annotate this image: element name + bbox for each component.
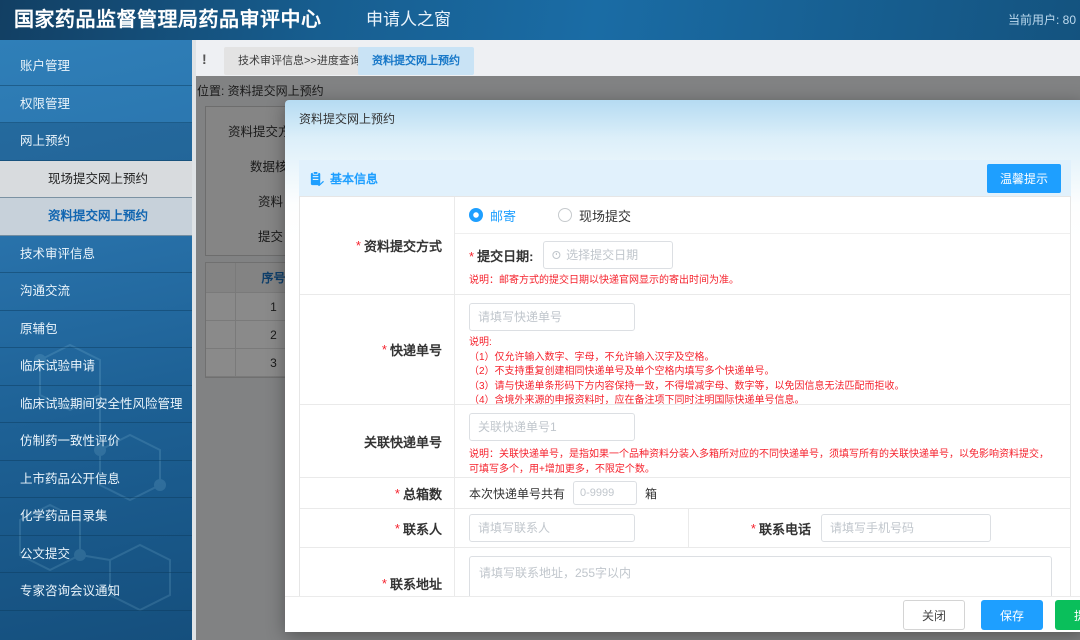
current-user: 当前用户: 80 (1008, 13, 1077, 27)
radio-unselected-icon (558, 208, 573, 222)
section-title: 基本信息 (330, 171, 379, 186)
close-button[interactable]: 关闭 (903, 600, 965, 630)
submit-button[interactable]: 提交 (1055, 600, 1080, 630)
label-phone: * 联系电话 (750, 520, 811, 537)
row-tracking-no: * 快递单号 说明: （1）仅允许输入数字、字母，不允许输入汉字及空格。 （2）… (300, 295, 1070, 406)
tab-review-progress[interactable]: 技术审评信息>>进度查询 (224, 47, 375, 75)
sidebar-item-raw-materials[interactable]: 原辅包 (0, 311, 192, 348)
radio-mail[interactable]: 邮寄 (469, 206, 516, 225)
phone-field-cell (811, 509, 991, 547)
alert-icon: ! (202, 51, 207, 67)
sidebar-item-permission[interactable]: 权限管理 (0, 86, 192, 123)
tracking-notes: 说明: （1）仅允许输入数字、字母，不允许输入汉字及空格。 （2）不支持重复创建… (469, 337, 905, 406)
tracking-no-input[interactable] (469, 303, 635, 331)
total-boxes-input[interactable] (573, 481, 638, 505)
related-note: 说明：关联快递单号，是指如果一个品种资料分装入多箱所对应的不同快递单号，须填写所… (469, 449, 1049, 475)
row-total-boxes: * 总箱数 本次快递单号共有 箱 (300, 478, 1070, 509)
sidebar-item-material-booking[interactable]: 资料提交网上预约 (0, 198, 192, 236)
address-textarea[interactable] (469, 556, 1052, 596)
screen: 国家药品监督管理局药品审评中心 申请人之窗 当前用户: 80 账户管理 权限管理… (0, 0, 1080, 640)
label-tracking-no: * 快递单号 (300, 295, 455, 404)
sidebar-item-onsite-booking[interactable]: 现场提交网上预约 (0, 160, 192, 198)
sidebar-item-clinical-trial[interactable]: 临床试验申请 (0, 348, 192, 386)
row-contact: * 联系人 * 联系电话 (300, 509, 1070, 548)
sidebar-item-safety-risk[interactable]: 临床试验期间安全性风险管理 (0, 386, 192, 423)
tab-bar: ! 技术审评信息>>进度查询 资料提交网上预约 (192, 46, 1080, 76)
app-header: 国家药品监督管理局药品审评中心 申请人之窗 当前用户: 80 (0, 0, 1080, 40)
submit-date-line: * 提交日期: (455, 241, 1070, 269)
sidebar-item-generic-evaluation[interactable]: 仿制药一致性评价 (0, 423, 192, 461)
modal-footer: 关闭 保存 提交 (285, 596, 1080, 632)
row-address: * 联系地址 (300, 548, 1070, 596)
total-boxes-line: 本次快递单号共有 箱 (455, 478, 1070, 508)
modal-title: 资料提交网上预约 (299, 112, 396, 126)
sidebar: 账户管理 权限管理 网上预约 现场提交网上预约 资料提交网上预约 技术审评信息 … (0, 40, 192, 640)
radio-selected-icon (469, 208, 483, 222)
method-note: 说明：邮寄方式的提交日期以快递官网显示的寄出时间为准。 (469, 275, 739, 286)
portal-title: 申请人之窗 (366, 10, 451, 29)
label-submit-method: * 资料提交方式 (300, 197, 455, 294)
basic-info-section-bar: 基本信息 温馨提示 (299, 160, 1071, 196)
sidebar-item-document-submit[interactable]: 公文提交 (0, 536, 192, 573)
row-related-tracking: 关联快递单号 说明：关联快递单号，是指如果一个品种资料分装入多箱所对应的不同快递… (300, 405, 1070, 478)
tab-material-booking[interactable]: 资料提交网上预约 (358, 47, 474, 75)
phone-input[interactable] (821, 514, 991, 542)
app-title: 国家药品监督管理局药品审评中心 (14, 9, 322, 31)
submit-date-field[interactable] (543, 241, 674, 269)
sidebar-menu: 账户管理 权限管理 网上预约 现场提交网上预约 资料提交网上预约 技术审评信息 … (0, 40, 192, 611)
basic-info-form: * 资料提交方式 邮寄 现场提交 * 提交日期: 选择提交日期 说明：邮寄方式的… (299, 196, 1071, 597)
submit-date-input[interactable] (566, 248, 665, 262)
date-icon (552, 250, 561, 260)
required-mark: * (355, 238, 361, 253)
contact-input[interactable] (469, 514, 635, 542)
sidebar-item-communication[interactable]: 沟通交流 (0, 273, 192, 311)
save-button[interactable]: 保存 (981, 600, 1043, 630)
label-contact: * 联系人 (300, 509, 455, 547)
sidebar-item-expert-meeting[interactable]: 专家咨询会议通知 (0, 573, 192, 611)
radio-onsite[interactable]: 现场提交 (558, 206, 631, 225)
sidebar-item-review-info[interactable]: 技术审评信息 (0, 236, 192, 273)
label-related-tracking: 关联快递单号 (300, 405, 455, 477)
row-submit-method: * 资料提交方式 邮寄 现场提交 * 提交日期: 选择提交日期 说明：邮寄方式的… (300, 197, 1070, 295)
material-booking-modal: 资料提交网上预约 基本信息 温馨提示 * 资料提交方式 邮寄 现场提交 * 提交… (285, 100, 1080, 632)
label-submit-date: * 提交日期: (469, 248, 534, 264)
related-tracking-input[interactable] (469, 413, 635, 441)
sidebar-item-chemical-catalog[interactable]: 化学药品目录集 (0, 498, 192, 536)
label-total-boxes: * 总箱数 (300, 478, 455, 508)
sidebar-item-online-booking[interactable]: 网上预约 (0, 123, 192, 161)
method-radio-group: 邮寄 现场提交 (455, 197, 1070, 234)
label-address: * 联系地址 (300, 548, 455, 596)
sidebar-item-marketed-drug-info[interactable]: 上市药品公开信息 (0, 461, 192, 498)
sidebar-item-account[interactable]: 账户管理 (0, 48, 192, 86)
contact-field-cell (455, 509, 689, 547)
clipboard-icon (310, 170, 324, 186)
tips-button[interactable]: 温馨提示 (986, 163, 1061, 193)
content-scrollbar[interactable] (192, 40, 196, 640)
